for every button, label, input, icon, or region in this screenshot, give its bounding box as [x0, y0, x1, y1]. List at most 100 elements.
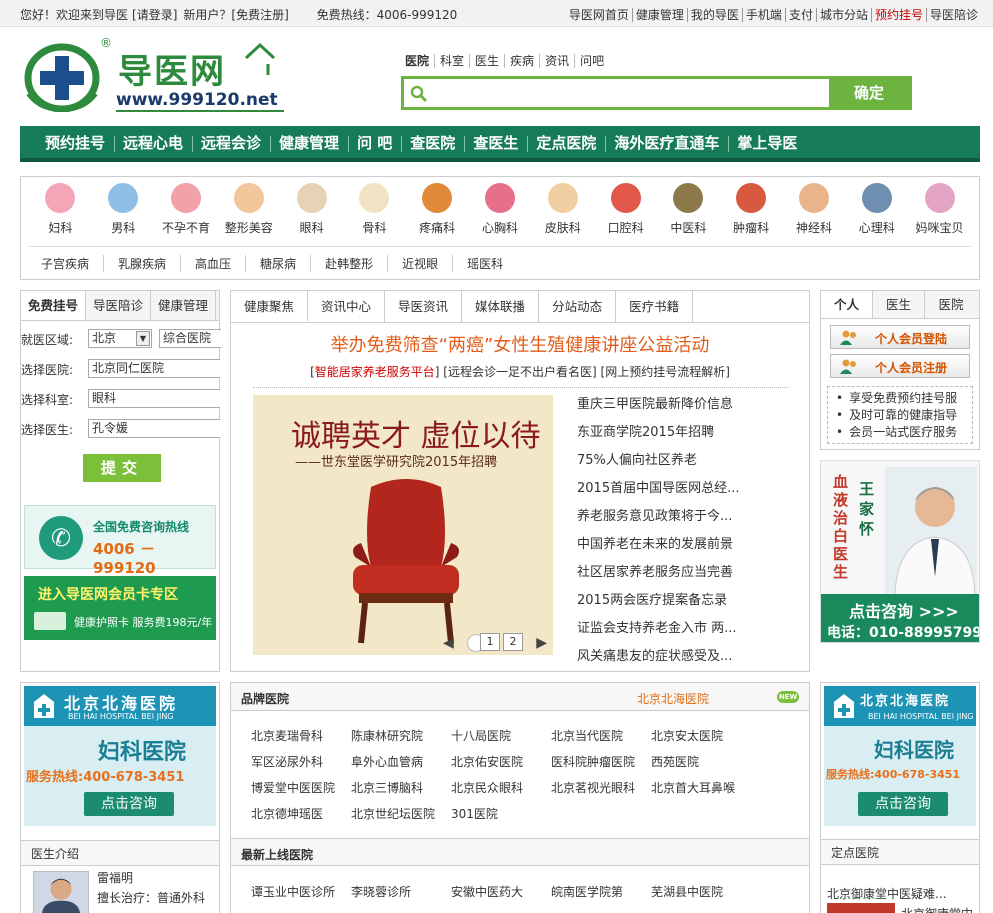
hospital-link[interactable]: 阜外心血管病 — [351, 749, 451, 775]
hospital-ad-left[interactable]: 北京北海医院 BEI HAI HOSPITAL BEI JING 妇科医院 服务… — [24, 686, 216, 826]
tab-doctor[interactable]: 医生 — [873, 291, 925, 318]
tab-media[interactable]: 媒体联播 — [462, 291, 540, 322]
nav-designated-hospital[interactable]: 定点医院 — [527, 126, 605, 160]
dept-neurology[interactable]: 神经科 — [783, 181, 846, 246]
subdept-uterus[interactable]: 子宫疾病 — [27, 255, 105, 272]
hospital-link[interactable]: 李晓蓉诊所 — [351, 879, 451, 905]
search-tab-disease[interactable]: 疾病 — [505, 54, 541, 68]
hospital-ad-right[interactable]: 北京北海医院 BEI HAI HOSPITAL BEI JING 妇科医院 服务… — [824, 686, 976, 826]
top-link-my[interactable]: 我的导医 — [687, 8, 743, 22]
subdept-hypertension[interactable]: 高血压 — [181, 255, 247, 272]
dept-cosmetic[interactable]: 整形美容 — [217, 181, 280, 246]
department-select[interactable]: 眼科 — [88, 389, 220, 408]
hospital-link[interactable]: 北京民众眼科 — [451, 775, 551, 801]
tab-free-register[interactable]: 免费挂号 — [21, 291, 87, 320]
nav-find-hospital[interactable]: 查医院 — [401, 126, 464, 160]
subdept-korea-cosmetic[interactable]: 赴韩整形 — [311, 255, 389, 272]
top-link-appointment[interactable]: 预约挂号 — [871, 8, 927, 22]
hospital-link[interactable]: 十八局医院 — [451, 723, 551, 749]
hospital-link[interactable]: 医科院肿瘤医院 — [551, 749, 651, 775]
dept-psychology[interactable]: 心理科 — [845, 181, 908, 246]
hospital-link[interactable]: 北京佑安医院 — [451, 749, 551, 775]
nav-appointment[interactable]: 预约挂号 — [36, 126, 114, 160]
dept-infertility[interactable]: 不孕不育 — [155, 181, 218, 246]
search-input[interactable] — [434, 81, 829, 105]
hospital-link[interactable]: 芜湖县中医院 — [651, 879, 751, 905]
tab-personal[interactable]: 个人 — [821, 291, 873, 318]
login-link[interactable]: [请登录] — [132, 8, 177, 22]
hospital-link[interactable]: 北京德坤瑶医 — [251, 801, 351, 827]
dept-orthopedics[interactable]: 骨科 — [343, 181, 406, 246]
news-item[interactable]: 2015首届中国导医网总经... — [577, 479, 739, 507]
member-card-ad[interactable]: 进入导医网会员卡专区 健康护照卡 服务费198元/年 — [24, 576, 216, 640]
nav-remote-ecg[interactable]: 远程心电 — [114, 126, 192, 160]
hospital-link[interactable]: 北京三博脑科 — [351, 775, 451, 801]
hotline-ad[interactable]: ✆ 全国免费咨询热线 4006 － 999120 — [24, 505, 216, 577]
dept-andrology[interactable]: 男科 — [92, 181, 155, 246]
hospital-link[interactable]: 北京当代医院 — [551, 723, 651, 749]
search-tab-doctor[interactable]: 医生 — [470, 54, 506, 68]
slide-page-2[interactable]: 2 — [503, 633, 523, 651]
search-tab-news[interactable]: 资讯 — [540, 54, 576, 68]
news-item[interactable]: 东亚商学院2015年招聘 — [577, 423, 739, 451]
doctor-consult-ad[interactable]: 血液治白医生 王家怀 点击咨询 >>> 电话：010-88995799 — [820, 460, 980, 643]
hospital-link[interactable]: 军区泌尿外科 — [251, 749, 351, 775]
search-tab-department[interactable]: 科室 — [435, 54, 471, 68]
hospital-select[interactable]: 北京同仁医院 — [88, 359, 220, 378]
subdept-myopia[interactable]: 近视眼 — [388, 255, 454, 272]
dept-maternity[interactable]: 妈咪宝贝 — [908, 181, 971, 246]
news-item[interactable]: 中国养老在未来的发展前景 — [577, 535, 739, 563]
hospital-link[interactable]: 西苑医院 — [651, 749, 751, 775]
sublink-appointment-guide[interactable]: 网上预约挂号流程解析 — [605, 365, 725, 379]
tab-hospital[interactable]: 医院 — [925, 291, 977, 318]
search-tab-hospital[interactable]: 医院 — [403, 54, 436, 68]
hospital-link[interactable]: 陈康林研究院 — [351, 723, 451, 749]
site-logo[interactable]: ® 导医网 www.999120.net — [22, 36, 292, 114]
subdept-yao-medicine[interactable]: 瑶医科 — [453, 255, 517, 272]
nav-remote-consult[interactable]: 远程会诊 — [192, 126, 270, 160]
top-link-city[interactable]: 城市分站 — [816, 8, 872, 22]
sublink-remote-consult[interactable]: 远程会诊一足不出户看名医 — [448, 365, 592, 379]
dept-dental[interactable]: 口腔科 — [594, 181, 657, 246]
dept-dermatology[interactable]: 皮肤科 — [531, 181, 594, 246]
hospital-link[interactable]: 谭玉业中医诊所 — [251, 879, 351, 905]
slide-page-1[interactable]: 1 — [480, 633, 500, 651]
dept-cardiothoracic[interactable]: 心胸科 — [469, 181, 532, 246]
slide-prev-icon[interactable]: ◀ — [443, 635, 454, 651]
featured-hospital-link[interactable]: 北京北海医院 — [637, 690, 709, 707]
tab-books[interactable]: 医疗书籍 — [616, 291, 694, 322]
nav-overseas-medical[interactable]: 海外医疗直通车 — [605, 126, 728, 160]
hospital-link[interactable]: 博爱堂中医医院 — [251, 775, 351, 801]
hospital-link[interactable]: 北京首大耳鼻喉 — [651, 775, 751, 801]
sublink-elderly-care[interactable]: 智能居家养老服务平台 — [315, 365, 435, 379]
top-link-pay[interactable]: 支付 — [785, 8, 817, 22]
subdept-breast[interactable]: 乳腺疾病 — [104, 255, 182, 272]
top-link-mobile[interactable]: 手机端 — [742, 8, 786, 22]
news-item[interactable]: 社区居家养老服务应当完善 — [577, 563, 739, 591]
top-link-health[interactable]: 健康管理 — [632, 8, 688, 22]
search-tab-ask[interactable]: 问吧 — [575, 54, 609, 68]
tab-health[interactable]: 健康管理 — [151, 291, 217, 320]
news-headline[interactable]: 举办免费筛查“两癌”女性生殖健康讲座公益活动 — [231, 331, 809, 357]
nav-mobile[interactable]: 掌上导医 — [728, 126, 806, 160]
tab-branch[interactable]: 分站动态 — [539, 291, 617, 322]
hospital-link[interactable]: 北京茗视光眼科 — [551, 775, 651, 801]
dept-ophthalmology[interactable]: 眼科 — [280, 181, 343, 246]
slide-next-icon[interactable]: ▶ — [536, 635, 547, 651]
news-slideshow[interactable]: 诚聘英才 虚位以待 ——世东堂医学研究院2015年招聘 ◀ 1 2 ▶ — [253, 395, 553, 655]
news-item[interactable]: 重庆三甲医院最新降价信息 — [577, 395, 739, 423]
tab-news-center[interactable]: 资讯中心 — [308, 291, 386, 322]
hospital-link[interactable]: 北京安太医院 — [651, 723, 751, 749]
news-item[interactable]: 风关痛患友的症状感受及... — [577, 647, 739, 675]
hospital-link[interactable]: 安徽中医药大 — [451, 879, 551, 905]
top-link-escort[interactable]: 导医陪诊 — [927, 8, 981, 22]
member-login-button[interactable]: 个人会员登陆 — [830, 325, 970, 349]
hospital-link[interactable]: 皖南医学院第 — [551, 879, 651, 905]
news-item[interactable]: 75%人偏向社区养老 — [577, 451, 739, 479]
hospital-link[interactable]: 301医院 — [451, 801, 551, 827]
doctor-select[interactable]: 孔令媛 — [88, 419, 220, 438]
hospital-link[interactable]: 北京世纪坛医院 — [351, 801, 451, 827]
top-link-home[interactable]: 导医网首页 — [565, 8, 633, 22]
tab-escort[interactable]: 导医陪诊 — [86, 291, 152, 320]
submit-button[interactable]: 提交 — [83, 454, 161, 482]
